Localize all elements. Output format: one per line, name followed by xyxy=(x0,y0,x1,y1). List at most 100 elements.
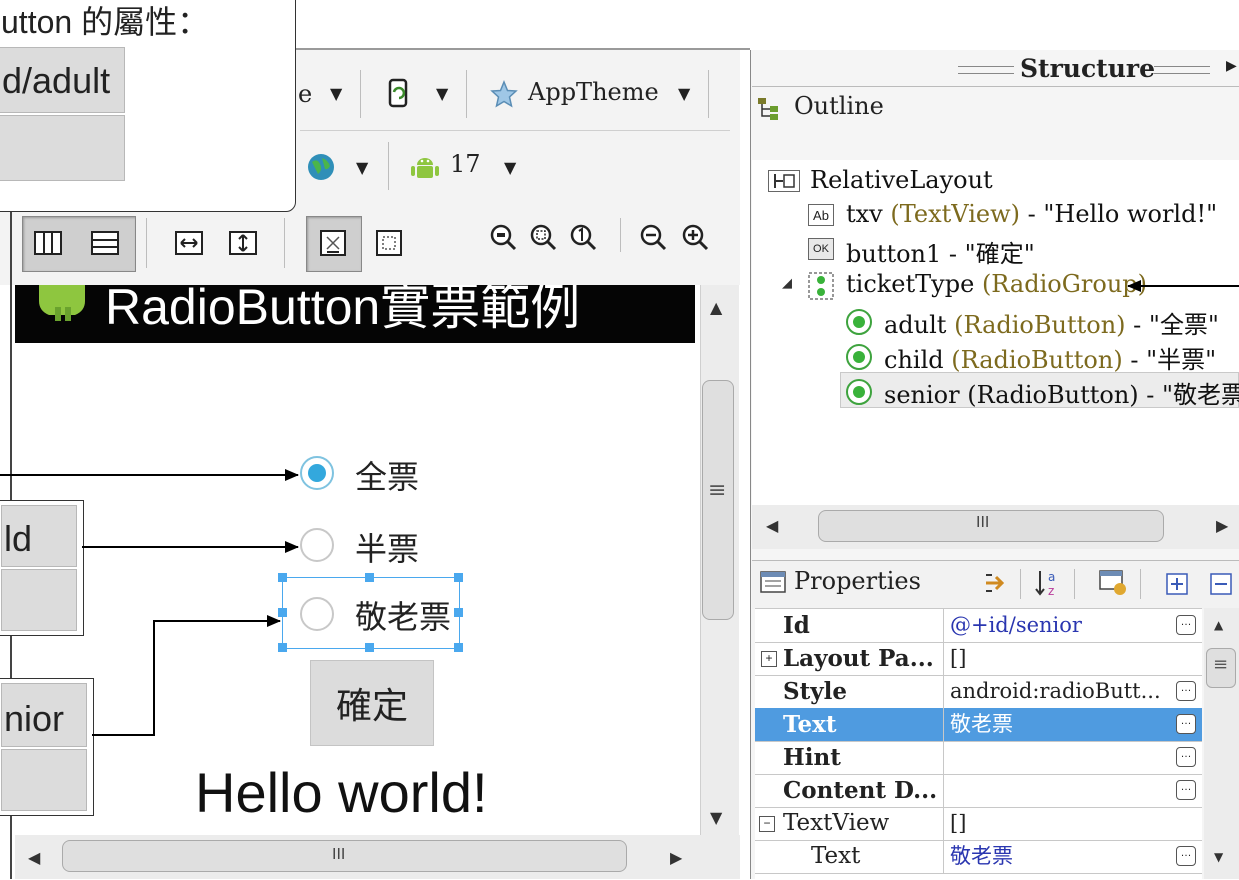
zoom-in-icon[interactable] xyxy=(680,222,710,252)
properties-table: Id @+id/senior … + Layout Pa... [] Style… xyxy=(755,608,1202,880)
properties-scroll-down-icon[interactable]: ▼ xyxy=(1214,850,1223,864)
confirm-button[interactable]: 確定 xyxy=(310,660,434,746)
ellipsis-button-icon[interactable]: … xyxy=(1176,846,1196,866)
outline-scroll-thumb[interactable] xyxy=(818,510,1164,542)
property-row-textview-group[interactable]: − TextView [] xyxy=(755,807,1202,841)
rows-icon[interactable] xyxy=(90,228,120,258)
outline-title: Outline xyxy=(794,92,884,120)
app-title-text: RadioButton實票範例 xyxy=(105,285,581,335)
fill-width-icon[interactable] xyxy=(174,228,204,258)
tree-label: senior (RadioButton) - "敬老票 xyxy=(884,375,1239,410)
property-value[interactable] xyxy=(943,774,1174,807)
scroll-down-arrow-icon[interactable]: ▼ xyxy=(710,808,722,827)
selection-handle[interactable] xyxy=(365,643,374,652)
property-row-content-description[interactable]: Content D... … xyxy=(755,774,1202,808)
property-row-layout-params[interactable]: + Layout Pa... [] xyxy=(755,642,1202,676)
selection-handle[interactable] xyxy=(278,643,287,652)
selection-handle[interactable] xyxy=(278,608,287,617)
radio-child[interactable] xyxy=(300,528,334,562)
ellipsis-button-icon[interactable]: … xyxy=(1176,714,1196,734)
toolbar-separator xyxy=(1140,569,1141,599)
callout-empty-cell xyxy=(0,115,125,181)
selection-handle[interactable] xyxy=(454,608,463,617)
senior-callout: nior xyxy=(0,678,94,816)
tree-node-name: senior xyxy=(884,381,960,409)
radio-senior-label[interactable]: 敬老票 xyxy=(355,592,451,638)
properties-scroll-up-icon[interactable]: ▲ xyxy=(1214,618,1223,632)
relativelayout-icon xyxy=(768,170,800,192)
ellipsis-button-icon[interactable]: … xyxy=(1176,780,1196,800)
margins-icon[interactable] xyxy=(374,228,404,258)
radiogroup-icon xyxy=(808,272,834,300)
app-launcher-icon xyxy=(33,285,91,321)
radio-senior[interactable] xyxy=(300,597,334,631)
property-row-hint[interactable]: Hint … xyxy=(755,741,1202,775)
tree-node-type: (RadioButton) xyxy=(951,346,1123,374)
scroll-right-arrow-icon[interactable]: ▶ xyxy=(670,848,682,867)
device-dropdown-chevron-icon[interactable]: ▼ xyxy=(330,84,342,103)
panel-menu-arrow-icon[interactable]: ▶ xyxy=(1226,58,1237,74)
properties-header: Properties az xyxy=(752,560,1239,609)
senior-empty-cell xyxy=(1,749,87,811)
zoom-real-size-icon[interactable] xyxy=(488,222,518,252)
tree-node-type: (RadioButton) xyxy=(967,381,1139,409)
ellipsis-button-icon[interactable]: … xyxy=(1176,615,1196,635)
show-layout-icon[interactable] xyxy=(318,228,348,258)
property-value[interactable] xyxy=(943,741,1174,774)
outline-icon xyxy=(756,96,784,122)
radio-adult[interactable] xyxy=(300,456,334,490)
property-row-text[interactable]: Text 敬老票 … xyxy=(755,708,1202,742)
property-row-id[interactable]: Id @+id/senior … xyxy=(755,609,1202,643)
ellipsis-button-icon[interactable]: … xyxy=(1176,681,1196,701)
property-row-textview-text[interactable]: Text 敬老票 … xyxy=(755,840,1202,874)
collapse-all-icon[interactable] xyxy=(1210,573,1232,595)
selection-handle[interactable] xyxy=(454,573,463,582)
radio-adult-label[interactable]: 全票 xyxy=(355,452,419,498)
property-name: Hint xyxy=(783,744,841,771)
property-value[interactable]: [] xyxy=(943,642,1174,675)
outline-scroll-left-icon[interactable]: ◀ xyxy=(766,516,778,535)
api-level-selector[interactable]: 17 xyxy=(450,150,481,178)
toolbar-separator xyxy=(1074,569,1075,599)
selection-handle[interactable] xyxy=(278,573,287,582)
orientation-chevron-icon[interactable]: ▼ xyxy=(436,84,448,103)
radiobutton-icon xyxy=(846,379,872,405)
scroll-left-arrow-icon[interactable]: ◀ xyxy=(28,848,40,867)
orientation-icon[interactable] xyxy=(388,78,410,108)
api-level-chevron-icon[interactable]: ▼ xyxy=(504,158,516,177)
star-icon xyxy=(490,80,518,108)
radio-child-label[interactable]: 半票 xyxy=(355,524,419,570)
property-value[interactable]: 敬老票 xyxy=(943,708,1174,741)
tree-node-text: - "半票" xyxy=(1122,346,1217,374)
zoom-100-icon[interactable] xyxy=(568,222,598,252)
locale-globe-icon[interactable] xyxy=(306,152,336,182)
property-value[interactable]: [] xyxy=(943,807,1174,840)
property-row-style[interactable]: Style android:radioButt... … xyxy=(755,675,1202,709)
property-value[interactable]: @+id/senior xyxy=(943,609,1174,642)
columns-icon[interactable] xyxy=(33,228,63,258)
ellipsis-button-icon[interactable]: … xyxy=(1176,747,1196,767)
property-value[interactable]: android:radioButt... xyxy=(943,675,1174,708)
scroll-up-arrow-icon[interactable]: ▲ xyxy=(710,298,722,317)
selection-handle[interactable] xyxy=(365,573,374,582)
fill-height-icon[interactable] xyxy=(228,228,258,258)
child-id-value: ld xyxy=(4,518,33,559)
sort-alpha-icon[interactable]: az xyxy=(1034,567,1066,599)
theme-chevron-icon[interactable]: ▼ xyxy=(678,84,690,103)
tree-node-type: (TextView) xyxy=(890,200,1020,228)
locale-chevron-icon[interactable]: ▼ xyxy=(356,158,368,177)
property-value[interactable]: 敬老票 xyxy=(943,840,1174,873)
tree-label: txv (TextView) - "Hello world!" xyxy=(846,200,1217,228)
device-config-truncated[interactable]: e xyxy=(298,80,312,108)
show-advanced-icon[interactable] xyxy=(982,569,1010,597)
expand-all-icon[interactable] xyxy=(1166,573,1188,595)
categories-icon[interactable] xyxy=(1098,569,1128,597)
zoom-fit-icon[interactable] xyxy=(528,222,558,252)
outline-scroll-right-icon[interactable]: ▶ xyxy=(1216,516,1228,535)
vertical-grip-icon: ≡ xyxy=(708,478,727,503)
header-grip-right xyxy=(1154,66,1210,74)
selection-handle[interactable] xyxy=(454,643,463,652)
theme-selector[interactable]: AppTheme xyxy=(528,78,659,106)
zoom-out-icon[interactable] xyxy=(638,222,668,252)
tree-expand-triangle-icon[interactable]: ◢ xyxy=(782,276,792,291)
